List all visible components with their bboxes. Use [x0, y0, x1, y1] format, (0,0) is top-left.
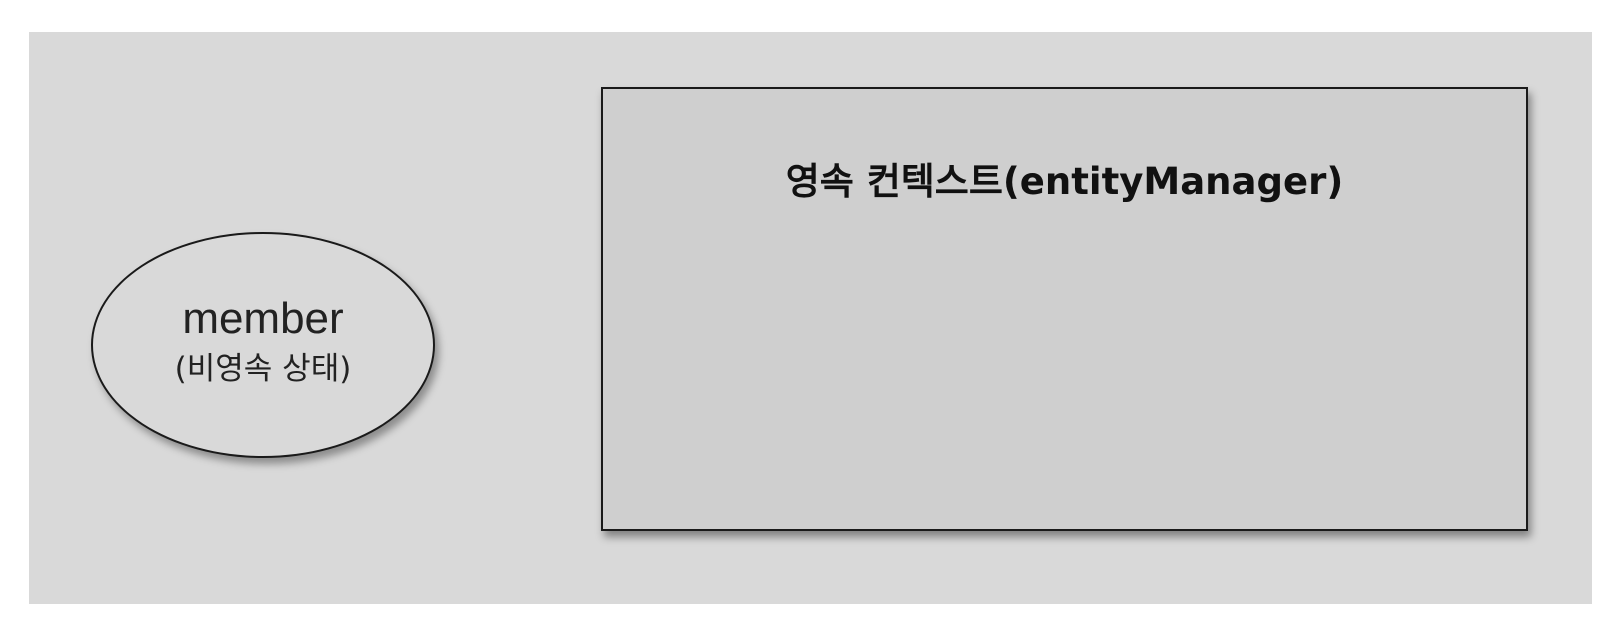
- member-entity-ellipse: member (비영속 상태): [91, 232, 435, 458]
- persistence-context-box: 영속 컨텍스트(entityManager): [601, 87, 1528, 531]
- persistence-context-title: 영속 컨텍스트(entityManager): [785, 160, 1344, 203]
- entity-state-label: (비영속 상태): [174, 350, 352, 387]
- entity-name-label: member: [182, 294, 344, 344]
